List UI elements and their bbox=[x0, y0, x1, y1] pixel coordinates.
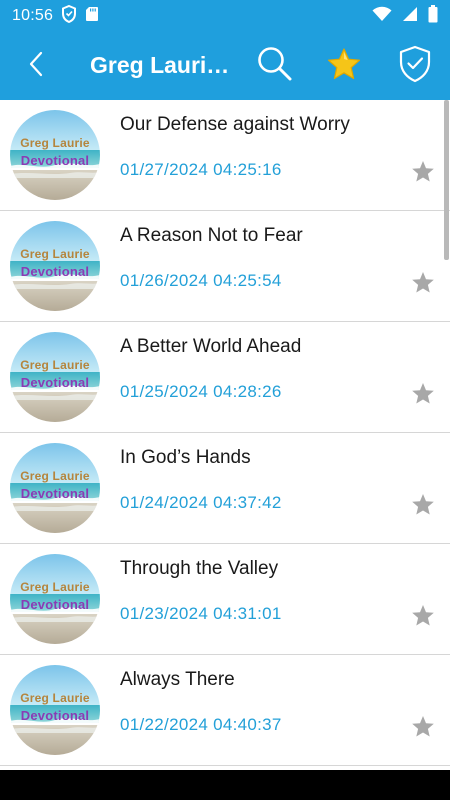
page-title: Greg Lauri… bbox=[90, 52, 230, 78]
star-icon bbox=[411, 160, 435, 188]
scrollbar[interactable] bbox=[444, 100, 449, 260]
devotional-thumbnail: Greg Laurie Devotional bbox=[10, 110, 100, 200]
thumbnail-line1: Greg Laurie bbox=[20, 358, 90, 372]
item-date: 01/22/2024 04:40:37 bbox=[120, 715, 282, 734]
item-date: 01/26/2024 04:25:54 bbox=[120, 271, 282, 290]
item-title: A Reason Not to Fear bbox=[120, 225, 303, 246]
search-button[interactable] bbox=[254, 45, 296, 87]
status-time: 10:56 bbox=[12, 7, 54, 24]
list-item[interactable]: Greg Laurie Devotional Our Defense again… bbox=[0, 100, 450, 211]
thumbnail-line1: Greg Laurie bbox=[20, 136, 90, 150]
item-date: 01/27/2024 04:25:16 bbox=[120, 160, 282, 179]
thumbnail-line1: Greg Laurie bbox=[20, 247, 90, 261]
thumbnail-line1: Greg Laurie bbox=[20, 580, 90, 594]
star-icon bbox=[411, 604, 435, 632]
list-item[interactable]: Greg Laurie Devotional A Better World Ah… bbox=[0, 322, 450, 433]
devotional-thumbnail: Greg Laurie Devotional bbox=[10, 221, 100, 311]
favorites-button[interactable] bbox=[323, 45, 365, 87]
sd-card-icon bbox=[85, 6, 99, 27]
item-title: Our Defense against Worry bbox=[120, 114, 350, 135]
favorite-toggle-button[interactable] bbox=[409, 715, 437, 743]
thumbnail-line2: Devotional bbox=[20, 375, 90, 390]
devotional-list[interactable]: Greg Laurie Devotional Our Defense again… bbox=[0, 100, 450, 772]
toolbar: Greg Lauri… bbox=[0, 34, 450, 96]
thumbnail-line2: Devotional bbox=[20, 597, 90, 612]
item-date: 01/25/2024 04:28:26 bbox=[120, 382, 282, 401]
battery-icon bbox=[428, 4, 438, 28]
favorite-toggle-button[interactable] bbox=[409, 604, 437, 632]
thumbnail-line1: Greg Laurie bbox=[20, 691, 90, 705]
shield-check-icon bbox=[398, 45, 432, 88]
thumbnail-line2: Devotional bbox=[20, 264, 90, 279]
shield-icon bbox=[61, 4, 77, 28]
thumbnail-line1: Greg Laurie bbox=[20, 469, 90, 483]
star-icon bbox=[411, 271, 435, 299]
list-item[interactable]: Greg Laurie Devotional A Reason Not to F… bbox=[0, 211, 450, 322]
search-icon bbox=[256, 45, 294, 88]
status-bar: 10:56 bbox=[0, 0, 450, 32]
thumbnail-line2: Devotional bbox=[20, 708, 90, 723]
devotional-thumbnail: Greg Laurie Devotional bbox=[10, 332, 100, 422]
thumbnail-line2: Devotional bbox=[20, 153, 90, 168]
star-icon bbox=[411, 715, 435, 743]
devotional-thumbnail: Greg Laurie Devotional bbox=[10, 443, 100, 533]
signal-icon bbox=[402, 6, 418, 27]
back-button[interactable] bbox=[18, 48, 54, 84]
favorite-toggle-button[interactable] bbox=[409, 160, 437, 188]
favorite-toggle-button[interactable] bbox=[409, 493, 437, 521]
wifi-icon bbox=[372, 6, 392, 27]
shield-button[interactable] bbox=[394, 45, 436, 87]
devotional-thumbnail: Greg Laurie Devotional bbox=[10, 665, 100, 755]
favorite-toggle-button[interactable] bbox=[409, 271, 437, 299]
list-item[interactable]: Greg Laurie Devotional Through the Valle… bbox=[0, 544, 450, 655]
star-icon bbox=[411, 493, 435, 521]
item-date: 01/23/2024 04:31:01 bbox=[120, 604, 282, 623]
star-icon bbox=[326, 47, 362, 86]
list-item[interactable]: Greg Laurie Devotional Always There 01/2… bbox=[0, 655, 450, 766]
chevron-left-icon bbox=[28, 51, 44, 82]
app-header: 10:56 Greg Lauri… bbox=[0, 0, 450, 100]
thumbnail-line2: Devotional bbox=[20, 486, 90, 501]
devotional-thumbnail: Greg Laurie Devotional bbox=[10, 554, 100, 644]
list-item[interactable]: Greg Laurie Devotional In God’s Hands 01… bbox=[0, 433, 450, 544]
item-date: 01/24/2024 04:37:42 bbox=[120, 493, 282, 512]
item-title: Through the Valley bbox=[120, 558, 279, 579]
item-title: Always There bbox=[120, 669, 235, 690]
star-icon bbox=[411, 382, 435, 410]
system-nav-bar bbox=[0, 770, 450, 800]
item-title: A Better World Ahead bbox=[120, 336, 302, 357]
favorite-toggle-button[interactable] bbox=[409, 382, 437, 410]
item-title: In God’s Hands bbox=[120, 447, 251, 468]
